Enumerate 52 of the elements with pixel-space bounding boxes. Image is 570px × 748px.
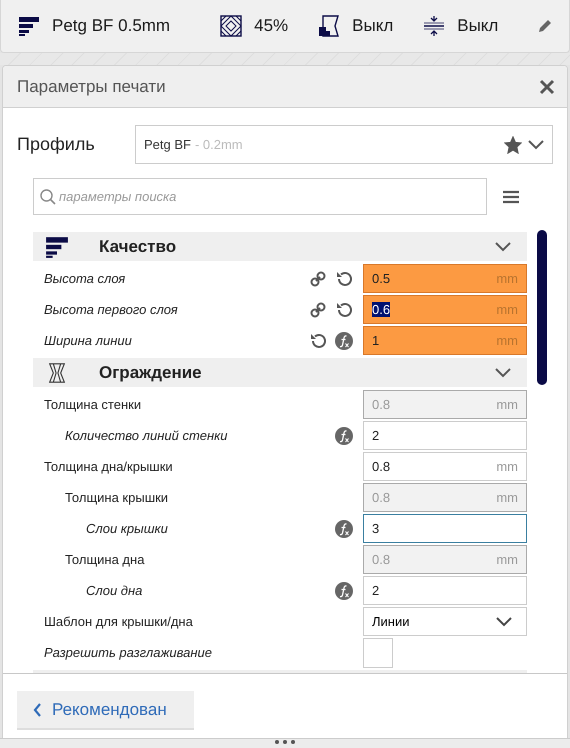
setting-label: Разрешить разглаживание xyxy=(44,645,212,660)
setting-label: Толщина дна/крышки xyxy=(44,459,173,474)
setting-summary-text[interactable]: Petg BF 0.5mm xyxy=(52,16,170,36)
chevron-down-icon xyxy=(495,242,511,252)
number-field[interactable]: 0.8 mm xyxy=(363,452,527,481)
scrollbar-thumb[interactable] xyxy=(537,230,547,385)
number-field[interactable]: 0.6 mm xyxy=(363,295,527,324)
setting-label: Высота слоя xyxy=(44,271,126,286)
setting-label: Шаблон для крышки/дна xyxy=(44,614,193,629)
layers-icon xyxy=(45,236,69,258)
reset-icon[interactable] xyxy=(335,270,353,288)
profile-dropdown[interactable]: Petg BF - 0.2mm xyxy=(135,125,553,164)
chevron-down-icon xyxy=(496,616,512,626)
setting-label: Слои дна xyxy=(86,583,142,598)
chevron-down-icon xyxy=(528,140,544,150)
search-field[interactable]: параметры поиска xyxy=(33,178,487,215)
number-field[interactable]: 2 xyxy=(363,576,527,605)
setting-label: Толщина стенки xyxy=(44,397,142,412)
pencil-icon xyxy=(537,18,553,34)
chevron-down-icon xyxy=(495,368,511,378)
search-icon xyxy=(40,189,56,205)
dropdown[interactable]: Линии xyxy=(363,607,527,636)
grid-icon xyxy=(220,15,242,37)
chevron-left-icon xyxy=(33,702,42,716)
reset-icon[interactable] xyxy=(309,332,327,350)
recommended-button[interactable]: Рекомендован xyxy=(17,691,194,730)
close-icon xyxy=(539,78,555,94)
resize-handle[interactable] xyxy=(0,738,570,748)
setting-summary-text[interactable]: Выкл xyxy=(457,16,498,36)
setting-summary-text[interactable]: Выкл xyxy=(352,16,394,36)
number-field[interactable]: 0.5 mm xyxy=(363,264,527,293)
dots-icon xyxy=(273,739,297,745)
setting-summary-text[interactable]: 45% xyxy=(254,16,288,36)
compress-icon xyxy=(423,15,446,37)
setting-label: Толщина дна xyxy=(65,552,144,567)
number-field[interactable]: 2 xyxy=(363,421,527,450)
setting-label: Ширина линии xyxy=(44,333,132,348)
setting-label: Высота первого слоя xyxy=(44,302,178,317)
setting-label: Толщина крышки xyxy=(65,490,168,505)
menu-icon xyxy=(503,190,519,204)
layers-icon xyxy=(18,16,40,36)
support-icon xyxy=(318,15,340,37)
panel-title: Параметры печати xyxy=(17,76,166,96)
setting-label: Количество линий стенки xyxy=(65,428,228,443)
setting-label: Слои крышки xyxy=(86,521,168,536)
checkbox[interactable] xyxy=(363,638,393,668)
category-header[interactable]: Качество xyxy=(33,232,527,261)
reset-icon[interactable] xyxy=(335,300,353,318)
number-field[interactable]: 1 mm xyxy=(363,326,527,355)
profile-label: Профиль xyxy=(17,134,96,155)
number-field[interactable]: 3 xyxy=(363,514,527,543)
category-header[interactable]: Ограждение xyxy=(33,358,527,387)
